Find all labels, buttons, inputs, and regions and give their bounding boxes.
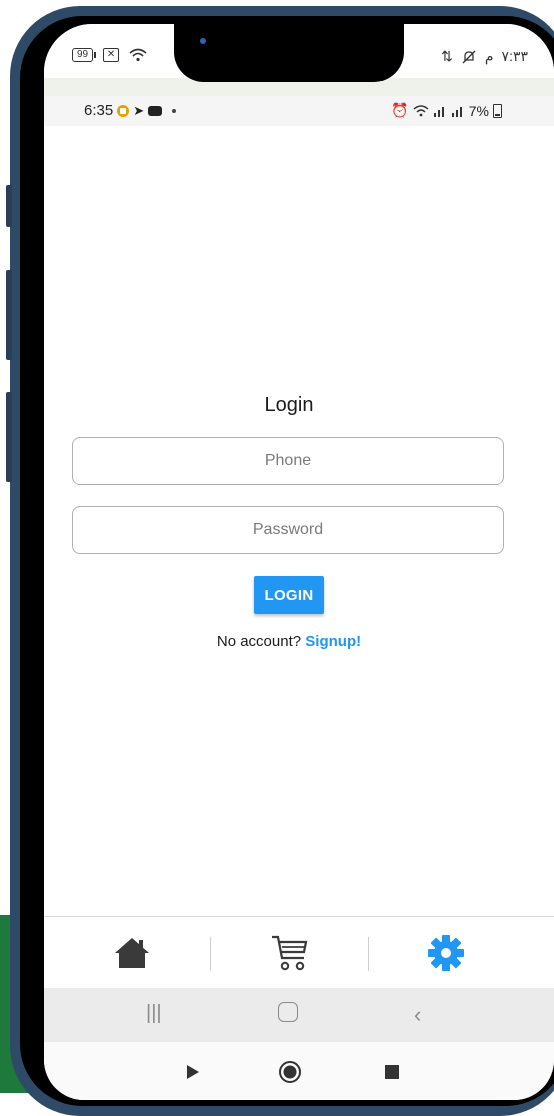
home-icon: [115, 938, 149, 968]
youtube-icon: [148, 105, 163, 116]
cart-icon: [272, 935, 308, 971]
camera-notch: [174, 24, 404, 82]
stop-square-icon[interactable]: [384, 1064, 400, 1080]
data-arrows-icon: ⇅: [441, 48, 453, 64]
battery-level: 99: [77, 49, 89, 60]
outer-status-right: ⇅ م ٧:٣٣: [441, 48, 528, 65]
outer-status-left: 99 ✕: [72, 48, 147, 62]
outer-status-bar: 99 ✕ ⇅ م ٧:٣٣: [44, 24, 554, 96]
phone-input[interactable]: [72, 437, 504, 485]
close-box-icon: ✕: [103, 48, 120, 62]
camera-icon: [200, 38, 206, 44]
recent-apps-icon[interactable]: |||: [146, 1002, 162, 1025]
outer-ampm: م: [484, 48, 494, 64]
back-icon[interactable]: ‹: [414, 1002, 421, 1028]
app-status-right: ⏰ 7%: [391, 102, 502, 119]
password-input[interactable]: [72, 506, 504, 554]
alarm-icon: ⏰: [391, 102, 409, 118]
phone-volume-up-button: [6, 270, 12, 360]
app-status-bar: 6:35 ➤ ⏰ 7%: [44, 96, 554, 126]
gear-icon: [428, 935, 464, 971]
signal-icon: [433, 106, 444, 117]
signup-prompt: No account? Signup!: [44, 633, 534, 650]
home-button-icon[interactable]: [278, 1002, 298, 1028]
nav-settings[interactable]: [426, 935, 466, 971]
phone-volume-down-button: [6, 392, 12, 482]
more-notifications-icon: [172, 108, 177, 113]
bottom-navigation: [44, 916, 554, 989]
phone-side-button: [6, 185, 12, 227]
mute-bell-icon: [462, 50, 476, 63]
app-status-time: 6:35: [84, 102, 114, 119]
login-screen: Login LOGIN No account? Signup!: [44, 126, 554, 916]
wifi-icon: [413, 104, 429, 116]
battery-icon: 99: [72, 48, 97, 62]
signal-icon-2: [451, 106, 462, 117]
system-navigation-bar: ||| ‹: [44, 988, 554, 1042]
no-account-text: No account?: [216, 633, 302, 650]
wifi-icon: [129, 48, 147, 62]
app-status-left: 6:35 ➤: [84, 102, 177, 119]
nav-home[interactable]: [112, 935, 152, 971]
nav-separator: [368, 937, 369, 971]
home-circle-icon[interactable]: [278, 1060, 302, 1084]
telegram-icon: ➤: [133, 102, 145, 118]
nav-cart[interactable]: [270, 935, 310, 971]
outer-time: ٧:٣٣: [501, 48, 528, 64]
phone-screen: 99 ✕ ⇅ م ٧:٣٣ 6:35 ➤ ⏰ 7% Login Phone LO…: [44, 24, 554, 1100]
outer-navigation-bar: [44, 1042, 554, 1100]
signup-link[interactable]: Signup!: [305, 633, 361, 650]
nav-separator: [210, 937, 211, 971]
notification-app-icon: [117, 104, 130, 117]
battery-icon: [493, 103, 502, 118]
login-button[interactable]: LOGIN: [254, 576, 324, 614]
play-icon[interactable]: [186, 1064, 200, 1080]
battery-percentage: 7%: [468, 102, 489, 119]
login-title: Login: [264, 394, 314, 416]
